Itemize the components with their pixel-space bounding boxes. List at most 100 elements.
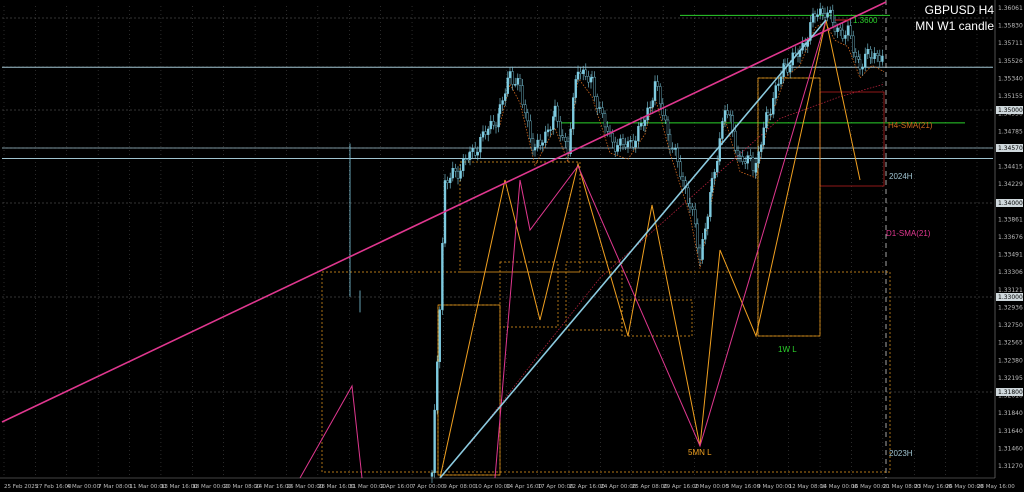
candle-body: [516, 78, 519, 85]
candle-body: [438, 309, 441, 363]
candle-body: [679, 161, 682, 178]
candle-body: [723, 110, 727, 122]
candle-body: [559, 121, 562, 136]
symbol-label: GBPUSD H4: [924, 3, 994, 17]
candle-body: [870, 57, 874, 59]
candle-body: [590, 76, 594, 79]
price-tick-label: 1.33121: [998, 287, 1023, 294]
price-tick-label: 1.31640: [998, 428, 1023, 435]
candle-body: [504, 93, 507, 101]
price-tick-label: 1.32565: [998, 340, 1023, 347]
candle-body: [858, 59, 862, 70]
candle-body: [481, 131, 485, 138]
subtitle-label: MN W1 candle: [915, 19, 994, 33]
candle-body: [524, 104, 527, 114]
candle-body: [706, 216, 709, 230]
candle-body: [674, 147, 677, 150]
candle-body: [666, 119, 670, 135]
candle-body: [541, 142, 544, 146]
candle-body: [533, 146, 537, 151]
candle-body: [774, 85, 777, 99]
candle-body: [436, 361, 439, 411]
price-tick-label: 1.33861: [998, 216, 1023, 223]
candle-body: [494, 124, 498, 128]
candle-body: [552, 116, 555, 130]
candle-body: [671, 148, 674, 150]
candle-body: [549, 129, 552, 131]
candle-body: [656, 81, 659, 87]
price-tick-label: 1.35155: [998, 93, 1023, 100]
candle-body: [821, 8, 824, 14]
price-tick-label: 1.33676: [998, 234, 1023, 241]
candle-body: [687, 187, 690, 204]
candle-body: [484, 131, 487, 135]
candle-body: [813, 13, 817, 17]
candle-body: [621, 138, 625, 145]
candle-body: [531, 138, 535, 151]
candle-body: [694, 209, 697, 225]
candle-body: [556, 105, 559, 122]
candle-body: [831, 9, 834, 23]
time-tick-label: 2 May 00:00: [695, 484, 730, 490]
price-highlight-label: 1.33000: [998, 294, 1023, 301]
candle-body: [766, 112, 770, 116]
time-tick-label: 9 Apr 08:00: [443, 484, 476, 490]
candle-body: [508, 71, 512, 79]
time-tick-label: 5 May 16:00: [726, 484, 761, 490]
candle-body: [462, 158, 465, 171]
candle-body: [489, 120, 492, 130]
time-tick-label: 25 Feb 2025: [4, 484, 39, 490]
price-tick-label: 1.33306: [998, 269, 1023, 276]
candle-body: [819, 8, 822, 15]
candle-body: [653, 81, 657, 101]
price-chart[interactable]: 1.3600 H4-SMA(21) 2024H D1-SMA(21) 1W L 5MN L…: [0, 0, 1024, 492]
candle-body: [579, 71, 582, 74]
candle-body: [616, 145, 619, 152]
candle-body: [521, 85, 524, 105]
candle-body: [789, 64, 792, 73]
candle-body: [701, 239, 704, 260]
candle-body: [741, 156, 744, 162]
price-tick-label: 1.31460: [998, 445, 1023, 452]
price-highlight-label: 1.35000: [998, 107, 1023, 114]
candle-body: [430, 472, 434, 477]
price-tick-label: 1.34229: [998, 181, 1023, 188]
candle-body: [661, 103, 664, 116]
candle-body: [626, 141, 630, 148]
candle-body: [710, 178, 714, 193]
candle-body: [433, 409, 436, 473]
candle-body: [598, 107, 601, 109]
candle-body: [746, 155, 749, 164]
candle-body: [751, 157, 755, 171]
candle-body: [506, 77, 509, 94]
candle-body: [829, 9, 832, 13]
price-tick-label: 1.32195: [998, 375, 1023, 382]
candle-body: [779, 76, 783, 85]
time-tick-label: 7 Apr 00:00: [412, 484, 445, 490]
candle-body: [459, 170, 462, 179]
candle-body: [639, 122, 643, 127]
candle-body: [844, 34, 847, 39]
candle-body: [861, 67, 864, 70]
candle-body: [869, 49, 872, 58]
candle-body: [564, 137, 567, 142]
price-tick-label: 1.35340: [998, 75, 1023, 82]
price-highlight-label: 1.34570: [998, 145, 1023, 152]
candle-body: [676, 147, 679, 162]
candle-body: [629, 140, 632, 142]
candle-body: [664, 115, 667, 121]
candle-body: [514, 84, 517, 86]
candle-body: [826, 12, 829, 18]
candle-body: [873, 53, 876, 59]
time-tick-label: 7 Mar 08:00: [98, 484, 132, 490]
price-tick-label: 1.32750: [998, 322, 1023, 329]
candle-body: [668, 134, 672, 149]
candle-body: [574, 79, 577, 98]
candle-body: [783, 63, 787, 65]
candle-body: [544, 131, 547, 143]
candle-body: [709, 192, 712, 218]
candle-body: [760, 144, 763, 152]
candle-body: [734, 130, 737, 151]
candle-body: [762, 127, 765, 145]
candle-body: [464, 158, 467, 160]
